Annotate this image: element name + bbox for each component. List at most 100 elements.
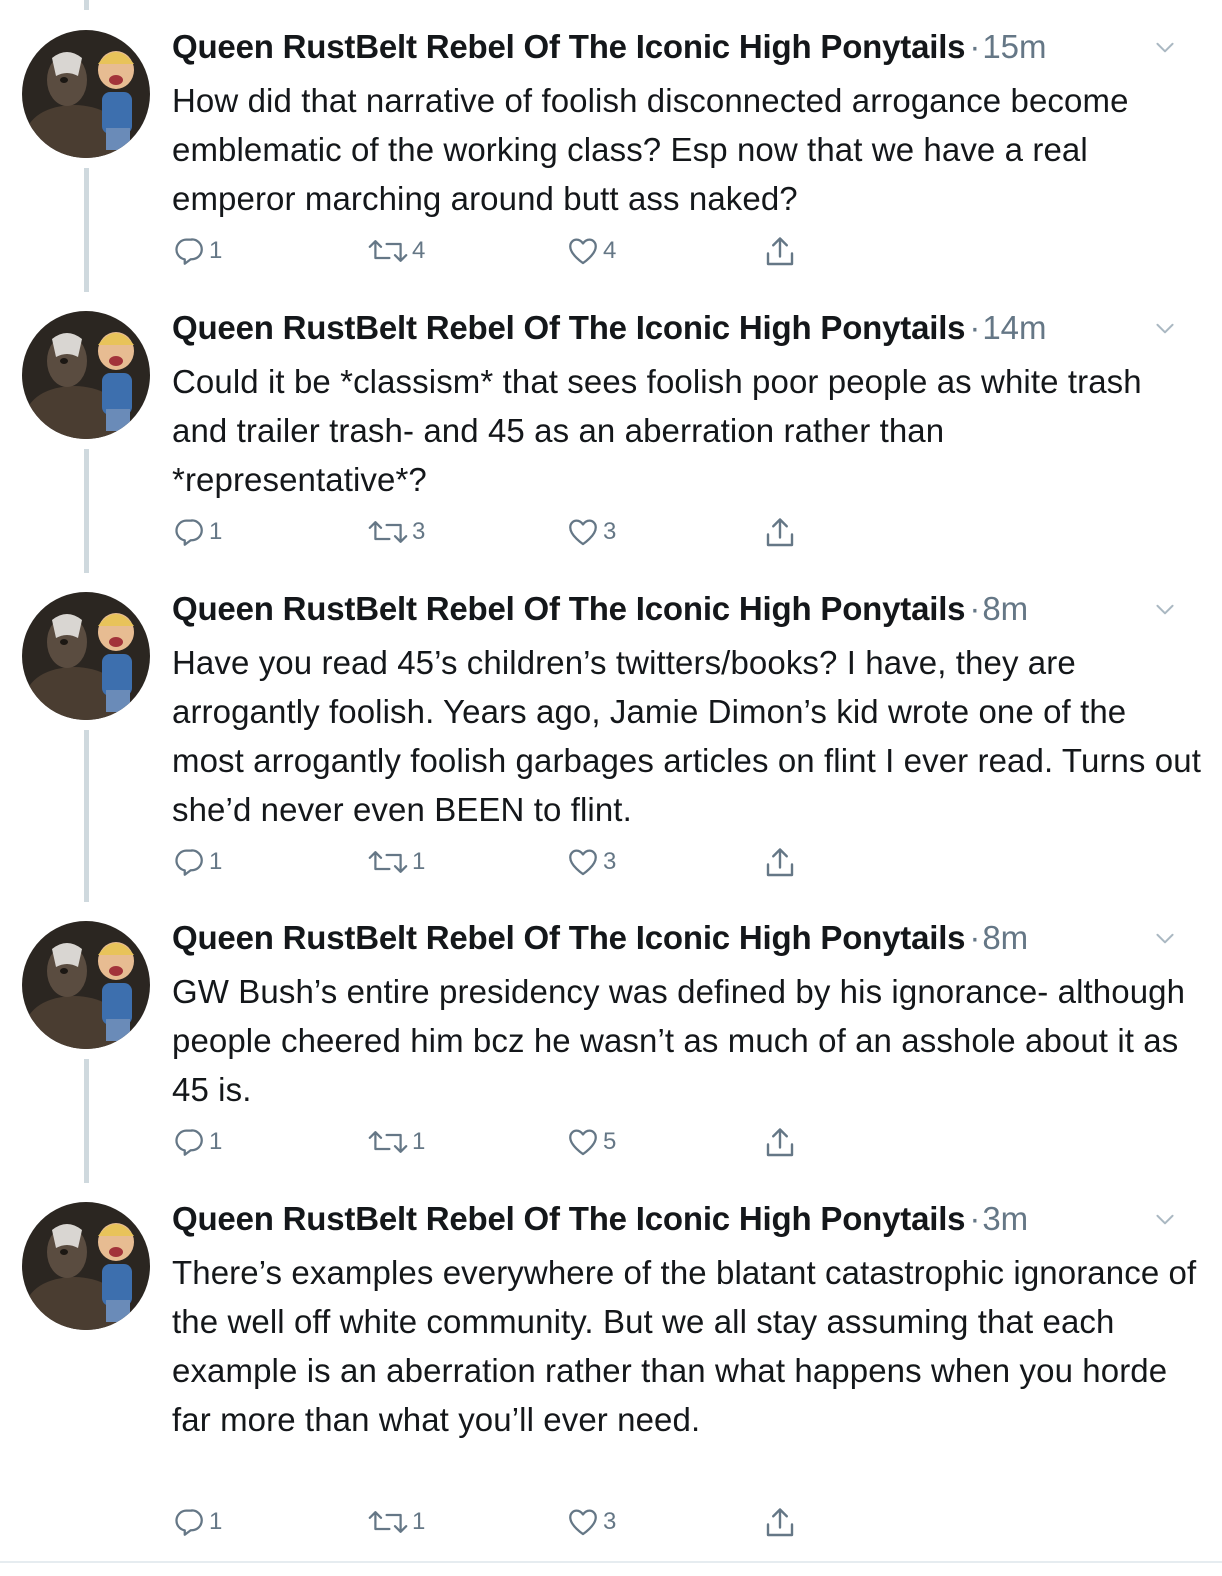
like-button[interactable]: 3 bbox=[566, 515, 616, 549]
retweet-count: 1 bbox=[412, 1128, 426, 1155]
author-name[interactable]: Queen RustBelt Rebel Of The Iconic High … bbox=[172, 28, 966, 66]
retweet-count: 1 bbox=[412, 848, 426, 875]
share-icon bbox=[762, 234, 798, 270]
timestamp[interactable]: 15m bbox=[982, 28, 1046, 66]
tweet-text: There’s examples everywhere of the blata… bbox=[172, 1254, 1197, 1438]
avatar[interactable] bbox=[22, 30, 150, 158]
like-button[interactable]: 3 bbox=[566, 845, 616, 879]
like-button[interactable]: 5 bbox=[566, 1125, 616, 1159]
retweet-icon bbox=[367, 515, 409, 549]
share-icon bbox=[762, 845, 798, 881]
avatar[interactable] bbox=[22, 1202, 150, 1330]
chevron-down-icon[interactable] bbox=[1152, 315, 1178, 341]
retweet-button[interactable]: 1 bbox=[367, 1125, 425, 1159]
retweet-count: 3 bbox=[412, 518, 426, 545]
timestamp[interactable]: 3m bbox=[982, 1200, 1028, 1238]
reply-icon bbox=[172, 515, 206, 549]
thread-connector bbox=[84, 1059, 89, 1183]
like-count: 4 bbox=[603, 237, 617, 264]
reply-icon bbox=[172, 1505, 206, 1539]
share-icon bbox=[762, 1125, 798, 1161]
tweet-actions: 1 1 3 bbox=[172, 1505, 812, 1541]
share-button[interactable] bbox=[762, 1125, 798, 1161]
reply-button[interactable]: 1 bbox=[172, 845, 222, 879]
thread-connector bbox=[84, 0, 89, 10]
tweet-text: Could it be *classism* that sees foolish… bbox=[172, 363, 1142, 498]
reply-icon bbox=[172, 234, 206, 268]
retweet-count: 1 bbox=[412, 1508, 426, 1535]
reply-count: 1 bbox=[209, 848, 223, 875]
tweet-header: Queen RustBelt Rebel Of The Iconic High … bbox=[172, 309, 1047, 355]
tweet-actions: 1 4 4 bbox=[172, 234, 812, 270]
retweet-button[interactable]: 1 bbox=[367, 845, 425, 879]
retweet-icon bbox=[367, 1125, 409, 1159]
avatar[interactable] bbox=[22, 921, 150, 1049]
tweet-header: Queen RustBelt Rebel Of The Iconic High … bbox=[172, 919, 1028, 965]
separator: · bbox=[969, 1200, 981, 1237]
retweet-icon bbox=[367, 234, 409, 268]
share-button[interactable] bbox=[762, 1505, 798, 1541]
timestamp[interactable]: 8m bbox=[982, 590, 1028, 628]
chevron-down-icon[interactable] bbox=[1152, 596, 1178, 622]
share-icon bbox=[762, 515, 798, 551]
thread-connector bbox=[84, 730, 89, 902]
tweet-text: How did that narrative of foolish discon… bbox=[172, 82, 1129, 217]
chevron-down-icon[interactable] bbox=[1152, 1206, 1178, 1232]
like-count: 3 bbox=[603, 848, 617, 875]
heart-icon bbox=[566, 1125, 600, 1159]
heart-icon bbox=[566, 1505, 600, 1539]
retweet-icon bbox=[367, 1505, 409, 1539]
reply-count: 1 bbox=[209, 1508, 223, 1535]
author-name[interactable]: Queen RustBelt Rebel Of The Iconic High … bbox=[172, 590, 966, 628]
separator: · bbox=[969, 28, 981, 65]
like-button[interactable]: 4 bbox=[566, 234, 616, 268]
separator: · bbox=[969, 309, 981, 346]
reply-count: 1 bbox=[209, 237, 223, 264]
reply-button[interactable]: 1 bbox=[172, 1125, 222, 1159]
reply-icon bbox=[172, 1125, 206, 1159]
thread-connector bbox=[84, 449, 89, 573]
reply-button[interactable]: 1 bbox=[172, 234, 222, 268]
like-button[interactable]: 3 bbox=[566, 1505, 616, 1539]
share-icon bbox=[762, 1505, 798, 1541]
timestamp[interactable]: 14m bbox=[982, 309, 1046, 347]
retweet-icon bbox=[367, 845, 409, 879]
separator: · bbox=[969, 590, 981, 627]
thread-connector bbox=[84, 168, 89, 292]
retweet-button[interactable]: 3 bbox=[367, 515, 425, 549]
chevron-down-icon[interactable] bbox=[1152, 34, 1178, 60]
divider bbox=[0, 1561, 1222, 1563]
heart-icon bbox=[566, 845, 600, 879]
timestamp[interactable]: 8m bbox=[982, 919, 1028, 957]
like-count: 5 bbox=[603, 1128, 617, 1155]
author-name[interactable]: Queen RustBelt Rebel Of The Iconic High … bbox=[172, 1200, 966, 1238]
heart-icon bbox=[566, 234, 600, 268]
retweet-button[interactable]: 4 bbox=[367, 234, 425, 268]
share-button[interactable] bbox=[762, 845, 798, 881]
separator: · bbox=[969, 919, 981, 956]
share-button[interactable] bbox=[762, 234, 798, 270]
tweet-text: GW Bush’s entire presidency was defined … bbox=[172, 973, 1186, 1108]
retweet-count: 4 bbox=[412, 237, 426, 264]
author-name[interactable]: Queen RustBelt Rebel Of The Iconic High … bbox=[172, 919, 966, 957]
tweet-actions: 1 1 5 bbox=[172, 1125, 812, 1161]
like-count: 3 bbox=[603, 1508, 617, 1535]
reply-count: 1 bbox=[209, 1128, 223, 1155]
chevron-down-icon[interactable] bbox=[1152, 925, 1178, 951]
tweet-actions: 1 3 3 bbox=[172, 515, 812, 551]
tweet-header: Queen RustBelt Rebel Of The Iconic High … bbox=[172, 590, 1028, 636]
tweet-actions: 1 1 3 bbox=[172, 845, 812, 881]
reply-button[interactable]: 1 bbox=[172, 1505, 222, 1539]
reply-button[interactable]: 1 bbox=[172, 515, 222, 549]
tweet-text: Have you read 45’s children’s twitters/b… bbox=[172, 644, 1201, 828]
share-button[interactable] bbox=[762, 515, 798, 551]
tweet-header: Queen RustBelt Rebel Of The Iconic High … bbox=[172, 1200, 1028, 1246]
retweet-button[interactable]: 1 bbox=[367, 1505, 425, 1539]
reply-count: 1 bbox=[209, 518, 223, 545]
avatar[interactable] bbox=[22, 311, 150, 439]
tweet-header: Queen RustBelt Rebel Of The Iconic High … bbox=[172, 28, 1047, 74]
avatar[interactable] bbox=[22, 592, 150, 720]
like-count: 3 bbox=[603, 518, 617, 545]
reply-icon bbox=[172, 845, 206, 879]
author-name[interactable]: Queen RustBelt Rebel Of The Iconic High … bbox=[172, 309, 966, 347]
